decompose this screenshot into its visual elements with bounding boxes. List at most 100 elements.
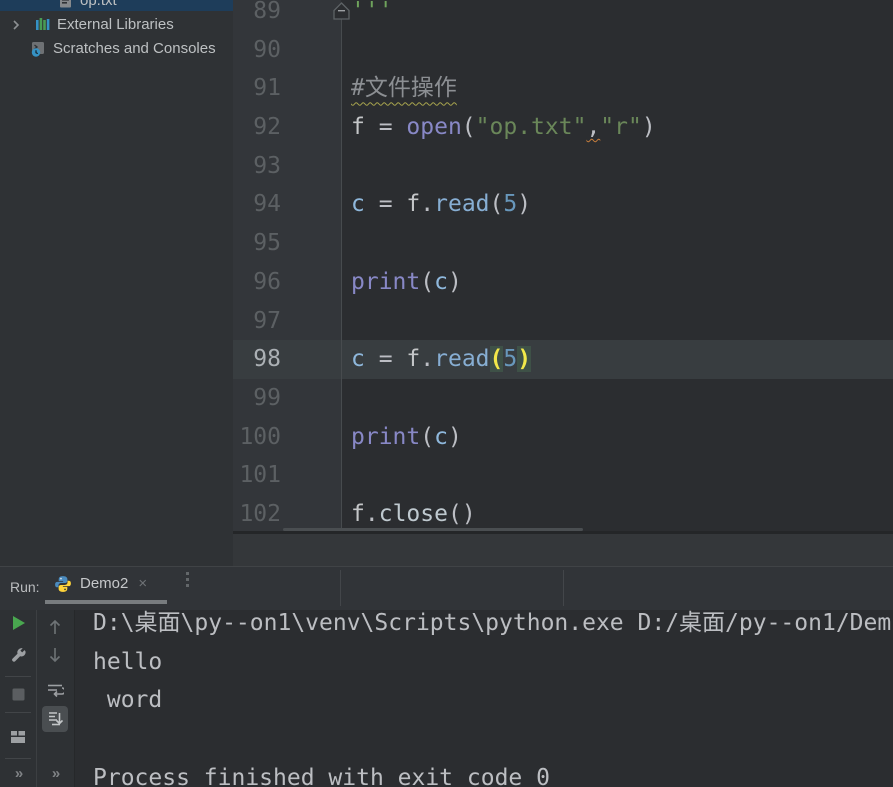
code-token: ) — [517, 346, 532, 373]
code-editor[interactable]: 89 90 91 92 93 94 95 96 97 98 99 100 101 102 ''' #文件操作… — [233, 0, 893, 532]
code-line[interactable] — [351, 147, 656, 186]
code-token: ) — [447, 423, 462, 450]
tree-item-label: External Libraries — [57, 16, 174, 33]
code-line[interactable]: f.close() — [351, 495, 656, 532]
editor-run-splitter[interactable] — [233, 534, 893, 566]
code-token: . — [420, 191, 435, 218]
settings-wrench-icon[interactable] — [6, 643, 30, 667]
toolbar-separator — [340, 570, 341, 606]
code-token: "op.txt" — [475, 114, 587, 141]
chevron-right-icon[interactable] — [8, 17, 24, 33]
close-icon[interactable]: × — [138, 575, 147, 592]
code-line[interactable] — [351, 31, 656, 70]
line-number[interactable]: 99 — [233, 379, 281, 418]
code-token: f — [406, 346, 421, 373]
line-number[interactable]: 98 — [233, 340, 281, 379]
code-line[interactable] — [351, 456, 656, 495]
code-line[interactable]: #文件操作 — [351, 69, 656, 108]
code-token: 5 — [503, 191, 518, 218]
more-icon[interactable]: » — [6, 761, 30, 785]
code-token: ( — [489, 346, 504, 373]
pycharm-window: { "project_panel": { "selected_item": { … — [0, 0, 893, 787]
more-icon[interactable]: » — [43, 761, 67, 785]
code-line[interactable] — [351, 379, 656, 418]
line-number[interactable]: 100 — [233, 418, 281, 457]
code-token: f — [406, 191, 421, 218]
code-line[interactable]: print(c) — [351, 263, 656, 302]
console-output: D:\桌面\py--on1\venv\Scripts\python.exe D:… — [93, 610, 891, 787]
console-line: word — [93, 687, 163, 714]
line-number[interactable]: 94 — [233, 185, 281, 224]
console-line: hello — [93, 648, 163, 675]
code-token: c — [351, 346, 365, 373]
rerun-icon[interactable] — [6, 611, 30, 635]
line-number[interactable]: 90 — [233, 31, 281, 70]
code-token: . — [420, 346, 435, 373]
code-token: c — [434, 423, 448, 450]
line-number[interactable]: 89 — [233, 0, 281, 31]
code-token: read — [434, 191, 490, 218]
code-line[interactable] — [351, 224, 656, 263]
tree-item-scratches[interactable]: Scratches and Consoles — [0, 38, 233, 59]
code-token: ( — [420, 268, 435, 295]
code-line[interactable]: c = f.read(5) — [351, 185, 656, 224]
selected-tab-underline — [45, 600, 167, 604]
run-tab-title: Demo2 — [80, 575, 129, 592]
console-line: D:\桌面\py--on1\venv\Scripts\python.exe D:… — [93, 610, 892, 636]
code-line[interactable]: f = open("op.txt","r") — [351, 108, 656, 147]
code-token: = — [364, 191, 407, 218]
code-token: ) — [641, 114, 656, 141]
run-label: Run: — [10, 579, 40, 595]
toolbar-divider — [5, 712, 31, 713]
library-icon — [34, 17, 50, 33]
scroll-to-end-icon[interactable] — [42, 706, 68, 732]
code-token: . — [364, 500, 379, 527]
code-token: f — [351, 500, 365, 527]
line-number[interactable]: 96 — [233, 263, 281, 302]
code-token: f — [351, 114, 365, 141]
fold-collapse-icon[interactable] — [332, 0, 351, 26]
run-toolwindow-header: Run: Demo2 × — [0, 566, 893, 610]
toolbar-separator — [563, 570, 564, 606]
up-arrow-icon — [43, 615, 67, 639]
code-token: open — [406, 114, 462, 141]
tree-item-op-txt[interactable]: op.txt — [0, 0, 233, 11]
code-token: print — [351, 423, 421, 450]
code-line[interactable]: c = f.read(5) — [351, 340, 656, 379]
code-token: = — [364, 346, 407, 373]
line-number[interactable]: 102 — [233, 495, 281, 532]
code-lines: ''' #文件操作 f = open("op.txt","r") c = f.read… — [351, 0, 656, 532]
console-line: Process finished with exit code 0 — [93, 764, 550, 787]
restore-layout-icon[interactable] — [6, 725, 30, 749]
code-line[interactable] — [351, 302, 656, 341]
code-token: ) — [447, 268, 462, 295]
code-token: 5 — [503, 346, 518, 373]
code-token: ( — [420, 423, 435, 450]
fold-region-line — [341, 16, 342, 532]
tree-item-label: op.txt — [80, 0, 117, 9]
code-token: = — [364, 114, 407, 141]
soft-wrap-icon[interactable] — [43, 678, 67, 702]
line-number[interactable]: 92 — [233, 108, 281, 147]
toolbar-divider — [5, 676, 31, 677]
line-number[interactable]: 93 — [233, 147, 281, 186]
code-line[interactable]: print(c) — [351, 418, 656, 457]
code-token: ) — [517, 191, 532, 218]
code-token: c — [434, 268, 448, 295]
drag-handle-icon[interactable] — [186, 572, 189, 587]
line-number-column: 89 90 91 92 93 94 95 96 97 98 99 100 101 102 — [233, 0, 281, 532]
run-console[interactable]: D:\桌面\py--on1\venv\Scripts\python.exe D:… — [75, 610, 893, 787]
down-arrow-icon — [43, 643, 67, 667]
code-token: ( — [461, 114, 476, 141]
code-line[interactable]: ''' — [351, 0, 656, 31]
line-number[interactable]: 91 — [233, 69, 281, 108]
run-tab-demo2[interactable]: Demo2 × — [48, 567, 153, 600]
code-token: "r" — [600, 114, 642, 141]
line-number[interactable]: 101 — [233, 456, 281, 495]
line-number[interactable]: 95 — [233, 224, 281, 263]
line-number[interactable]: 97 — [233, 302, 281, 341]
code-token: close — [378, 500, 448, 527]
code-token: , — [586, 114, 601, 141]
tree-item-external-libraries[interactable]: External Libraries — [0, 14, 233, 35]
